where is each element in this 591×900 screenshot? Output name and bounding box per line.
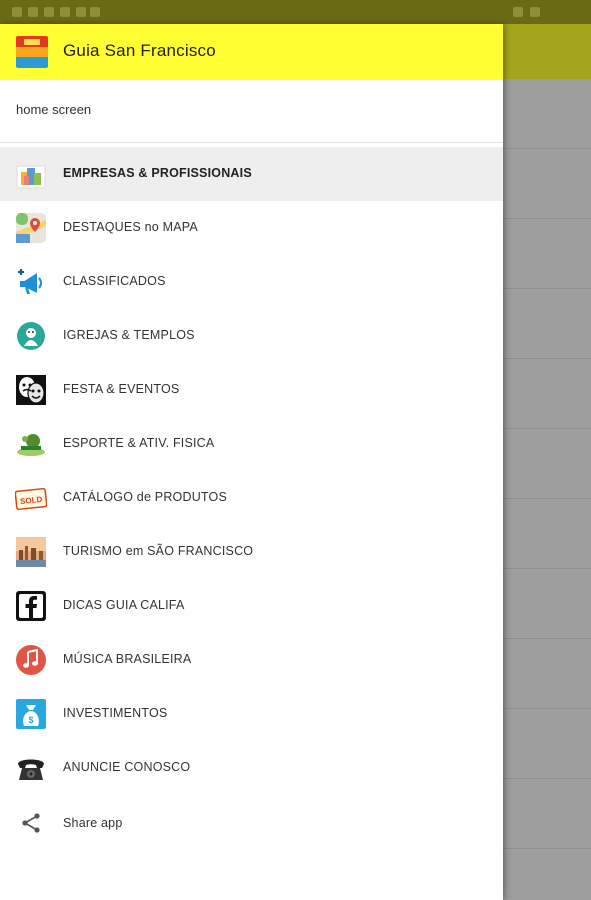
menu-item-esporte[interactable]: ESPORTE & ATIV. FISICA [0,417,503,471]
share-icon [15,808,47,840]
battery-icon [530,7,540,17]
divider [503,708,591,709]
divider [503,848,591,849]
menu-item-igrejas[interactable]: IGREJAS & TEMPLOS [0,309,503,363]
menu-item-share[interactable]: Share app [0,797,503,851]
menu-item-turismo[interactable]: TURISMO em SÃO FRANCISCO [0,525,503,579]
content-scrim[interactable] [503,79,591,900]
menu-item-label: Share app [63,816,123,830]
menu-item-catalogo[interactable]: SOLD CATÁLOGO de PRODUTOS [0,471,503,525]
menu-item-label: MÚSICA BRASILEIRA [63,652,192,666]
menu-item-label: EMPRESAS & PROFISSIONAIS [63,166,252,180]
notification-icon [44,7,54,17]
theater-masks-icon [15,374,47,406]
menu-item-anuncie[interactable]: ANUNCIE CONOSCO [0,741,503,795]
money-bag-icon: $ [15,698,47,730]
divider [503,358,591,359]
menu-item-label: DESTAQUES no MAPA [63,220,198,234]
home-screen-item[interactable]: home screen [16,102,91,117]
menu-item-musica[interactable]: MÚSICA BRASILEIRA [0,633,503,687]
menu-item-label: CLASSIFICADOS [63,274,166,288]
notification-icon [76,7,86,17]
map-icon [15,212,47,244]
menu-item-label: TURISMO em SÃO FRANCISCO [63,544,254,558]
menu-item-festa[interactable]: FESTA & EVENTOS [0,363,503,417]
facebook-icon [15,590,47,622]
menu-item-label: IGREJAS & TEMPLOS [63,328,195,342]
divider [0,142,503,143]
menu-item-label: ESPORTE & ATIV. FISICA [63,436,215,450]
menu-item-classificados[interactable]: CLASSIFICADOS [0,255,503,309]
app-logo-icon [16,36,48,68]
divider [503,218,591,219]
city-photo-icon [15,536,47,568]
wifi-icon [513,7,523,17]
notification-icon [60,7,70,17]
sport-icon [15,428,47,460]
menu-item-label: INVESTIMENTOS [63,706,168,720]
sold-tag-icon: SOLD [15,482,47,514]
drawer-header: Guia San Francisco [0,24,503,80]
divider [503,288,591,289]
svg-text:$: $ [28,715,33,725]
notification-icon [28,7,38,17]
menu-item-destaques[interactable]: DESTAQUES no MAPA [0,201,503,255]
notification-icon [12,7,22,17]
status-bar [0,0,591,24]
menu-item-dicas[interactable]: DICAS GUIA CALIFA [0,579,503,633]
menu-item-empresas[interactable]: EMPRESAS & PROFISSIONAIS [0,147,503,201]
divider [503,148,591,149]
divider [503,778,591,779]
telephone-icon [15,752,47,784]
music-note-icon [15,644,47,676]
notification-icon [90,7,100,17]
divider [503,498,591,499]
buildings-icon [15,158,47,190]
divider [503,428,591,429]
menu-item-label: ANUNCIE CONOSCO [63,760,191,774]
divider [503,638,591,639]
menu-item-investimentos[interactable]: $ INVESTIMENTOS [0,687,503,741]
app-title: Guia San Francisco [63,41,216,60]
menu-item-label: FESTA & EVENTOS [63,382,180,396]
menu-item-label: DICAS GUIA CALIFA [63,598,185,612]
church-icon [15,320,47,352]
megaphone-icon [15,266,47,298]
divider [503,568,591,569]
navigation-drawer: Guia San Francisco home screen EMPRESAS … [0,24,503,900]
menu-item-label: CATÁLOGO de PRODUTOS [63,490,227,504]
